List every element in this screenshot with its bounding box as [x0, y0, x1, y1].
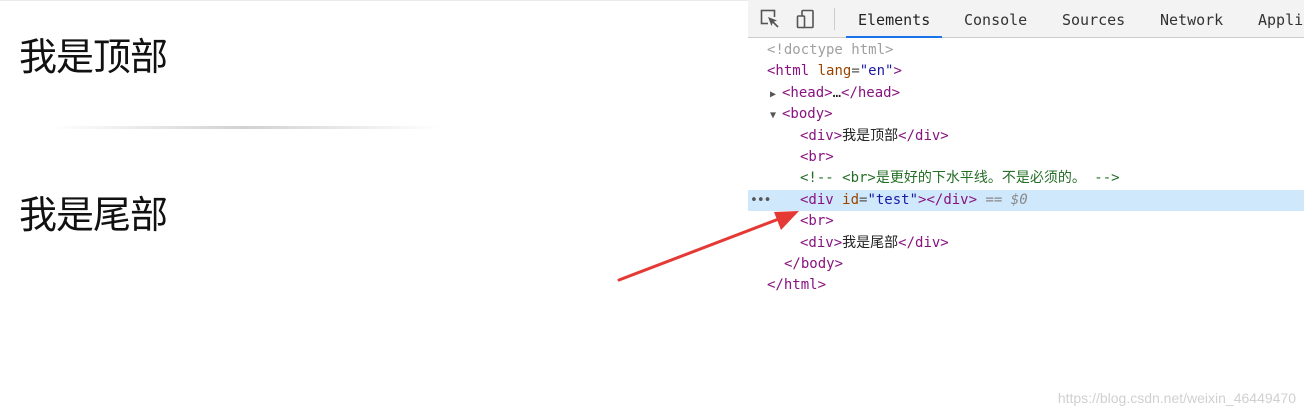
html-open-tag: <html [767, 63, 810, 80]
html-attr-name: lang [817, 63, 852, 80]
tab-console[interactable]: Console [952, 0, 1039, 38]
br-tag: <br> [800, 213, 834, 230]
selected-div-open-tag: <div [800, 191, 834, 208]
horizontal-fade-line [50, 126, 440, 129]
div-text-top: 我是顶部 [842, 127, 899, 144]
div-close-tag: </div> [898, 234, 949, 251]
collapse-triangle-icon[interactable]: ▼ [770, 105, 782, 126]
html-close-tag: </html> [767, 277, 827, 294]
body-close-tag: </body> [784, 255, 844, 272]
page-bottom-text: 我是尾部 [19, 193, 168, 237]
dom-line-selected-div[interactable]: ••• <div id="test"></div> == $0 [748, 189, 1304, 212]
dom-line-comment[interactable]: <!-- <br>是更好的下水平线。不是必须的。 --> [748, 168, 1304, 189]
tab-elements[interactable]: Elements [846, 0, 943, 38]
div-close-tag: </div> [898, 127, 949, 144]
dom-line-html[interactable]: <html lang="en"> [748, 61, 1304, 82]
head-close-tag: </head> [841, 84, 901, 101]
dom-line-doctype[interactable]: <!doctype html> [748, 40, 1304, 61]
br-tag: <br> [800, 148, 834, 165]
div-open-tag: <div> [800, 234, 843, 251]
tab-application[interactable]: Appli [1246, 0, 1304, 38]
selected-div-close-tag: </div> [926, 191, 978, 208]
device-toolbar-icon[interactable] [796, 9, 816, 29]
dom-line-div-top[interactable]: <div>我是顶部</div> [748, 126, 1304, 147]
dom-tree: <!doctype html> <html lang="en"> ▶ <head>… [748, 40, 1304, 297]
dom-line-body-close[interactable]: </body> [748, 254, 1304, 275]
devtools-toolbar: Elements Console Sources Network Appli [748, 0, 1304, 38]
dom-line-div-bottom[interactable]: <div>我是尾部</div> [748, 233, 1304, 254]
tab-sources[interactable]: Sources [1050, 0, 1137, 38]
page-top-text: 我是顶部 [19, 35, 168, 79]
top-divider [0, 0, 748, 1]
head-ellipsis: … [832, 84, 842, 101]
div-open-tag: <div> [800, 127, 843, 144]
inspect-element-icon[interactable] [760, 9, 780, 29]
devtools-panel: Elements Console Sources Network Appli <… [748, 0, 1304, 412]
selected-attr-value: "test" [867, 191, 919, 208]
dom-line-head[interactable]: ▶ <head>…</head> [748, 83, 1304, 104]
comment-text: <!-- <br>是更好的下水平线。不是必须的。 --> [800, 170, 1120, 187]
expand-triangle-icon[interactable]: ▶ [770, 84, 782, 105]
head-open-tag: <head> [782, 84, 833, 101]
body-open-tag: <body> [782, 106, 833, 123]
dom-line-br-1[interactable]: <br> [748, 147, 1304, 168]
dom-line-body[interactable]: ▼ <body> [748, 104, 1304, 125]
html-attr-value: "en" [859, 63, 894, 80]
more-options-icon[interactable]: ••• [750, 190, 772, 211]
div-text-bottom: 我是尾部 [842, 234, 899, 251]
dom-line-br-2[interactable]: <br> [748, 211, 1304, 232]
doctype-text: <!doctype html> [767, 42, 894, 58]
selected-attr-name: id [842, 191, 860, 208]
tab-network[interactable]: Network [1148, 0, 1235, 38]
dom-line-html-close[interactable]: </html> [748, 275, 1304, 296]
selected-reference: == $0 [985, 191, 1028, 208]
toolbar-separator [834, 8, 835, 30]
watermark: https://blog.csdn.net/weixin_46449470 [1057, 390, 1296, 406]
rendered-page: 我是顶部 我是尾部 [0, 0, 748, 412]
